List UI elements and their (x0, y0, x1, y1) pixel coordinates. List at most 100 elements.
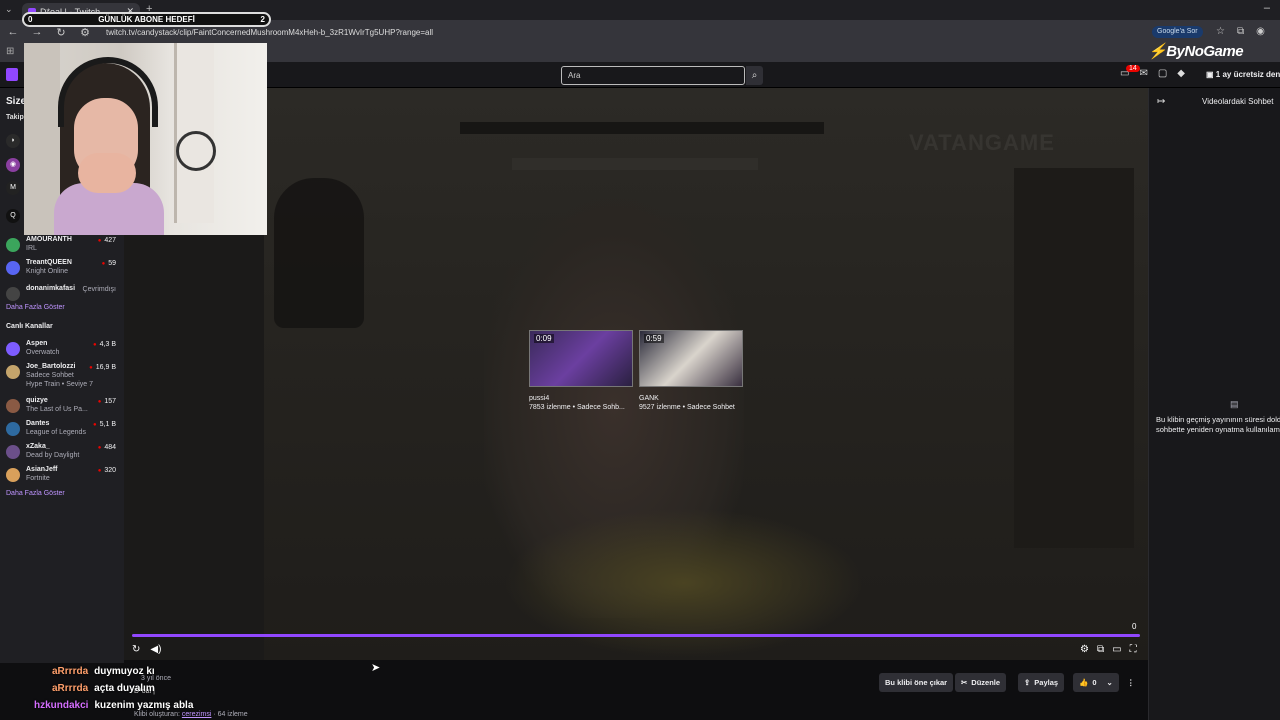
collapsed-channel-avatar[interactable]: ◉ (6, 158, 20, 172)
reload-icon[interactable]: ↻ (54, 26, 68, 39)
clip-views: · 64 izleme (213, 711, 248, 718)
channel-game: Dead by Daylight (26, 452, 80, 459)
share-label: Paylaş (1034, 678, 1059, 687)
avatar (6, 365, 20, 379)
channel-game: Overwatch (26, 349, 60, 356)
clip-thumbnail[interactable]: 0:59 (639, 330, 743, 387)
collapse-chat-icon[interactable]: ↦ (1157, 96, 1165, 107)
channel-game: The Last of Us Pa... (26, 406, 88, 413)
chat-replay-icon: ▤ (1230, 399, 1239, 409)
like-button[interactable]: 👍 0 ⌄ (1073, 673, 1119, 692)
recommended-clip[interactable]: 0:09 pussi4 7853 izlenme • Sadece Sohb..… (529, 330, 633, 411)
viewer-count: 16,9 B (89, 364, 116, 371)
inbox-icon[interactable]: ✉ (1139, 68, 1147, 79)
free-sub-button[interactable]: ▣ 1 ay ücretsiz dene (1206, 70, 1280, 79)
channel-game: Sadece Sohbet (26, 372, 74, 379)
apps-grid-icon[interactable]: ⊞ (6, 46, 14, 57)
settings-icon[interactable]: ⚙ (1080, 644, 1089, 655)
bynogame-logo: ⚡ByNoGame (1148, 42, 1244, 60)
sidebar-item-amouranth[interactable]: AMOURANTH IRL 427 (6, 236, 122, 258)
volume-icon[interactable]: ◀) (150, 644, 161, 655)
viewer-count: 320 (98, 467, 116, 474)
overlay-chat-user: hzkundakci (34, 700, 89, 711)
video-background (274, 178, 364, 328)
overlay-chat-message: kuzenim yazmış abla (94, 700, 194, 711)
sidebar-item-quizye[interactable]: quizye The Last of Us Pa... 157 (6, 397, 122, 419)
collapsed-channel-avatar[interactable]: ◗ (6, 134, 20, 148)
whispers-icon[interactable]: ▢ (1158, 68, 1167, 79)
back-icon[interactable]: ← (6, 26, 20, 38)
channel-name: xZaka_ (26, 443, 50, 450)
sub-goal-bar: 0 GÜNLÜK ABONE HEDEFİ 2 (22, 12, 271, 27)
edit-button[interactable]: ✂ Düzenle (955, 673, 1007, 692)
sidebar-item-treantqueen[interactable]: TreantQUEEN Knight Online 59 (6, 259, 122, 281)
overlay-chat-line: aRrrrda duymuyoz kı (52, 666, 155, 677)
fullscreen-icon[interactable]: ⛶ (1130, 644, 1137, 655)
search-icon: ⌕ (751, 70, 758, 81)
share-button[interactable]: ⇪ Paylaş (1018, 673, 1065, 692)
avatar (6, 287, 20, 301)
channel-name: Joe_Bartolozzi (26, 363, 76, 370)
avatar (6, 238, 20, 252)
clip-thumbnail[interactable]: 0:09 (529, 330, 633, 387)
twitch-logo-icon[interactable] (6, 68, 18, 81)
google-ask-button[interactable]: Google'a Sor (1152, 26, 1203, 38)
minimize-window-icon[interactable]: – (1264, 2, 1270, 14)
webcam-overlay (24, 43, 267, 235)
overlay-chat-line: aRrrrda açta duyalım (52, 683, 155, 694)
channel-name: donanimkafasi (26, 285, 76, 292)
clip-title[interactable]: pussi4 (529, 395, 633, 402)
vatangame-watermark: VATANGAME (909, 130, 1055, 155)
viewer-count: 59 (102, 260, 116, 267)
edit-label: Düzenle (971, 678, 1001, 687)
progress-end-time: 0 (1132, 622, 1137, 631)
collapsed-channel-avatar[interactable]: Q (6, 209, 20, 223)
clip-icon[interactable]: ⧉ (1097, 644, 1104, 655)
sidebar-item-asianjeff[interactable]: AsianJeff Fortnite 320 (6, 466, 122, 488)
sidebar-item-xzaka[interactable]: xZaka_ Dead by Daylight 484 (6, 443, 122, 465)
extensions-icon[interactable]: ⧉ (1237, 26, 1244, 37)
chat-message-line: sohbette yeniden oynatma kullanılamaz. (1156, 425, 1280, 434)
viewer-count: 427 (98, 237, 116, 244)
clip-meta: 9527 izlenme • Sadece Sohbet (639, 404, 735, 411)
profile-icon[interactable]: ◉ (1256, 26, 1265, 37)
viewer-count: 4,3 B (93, 341, 116, 348)
channel-name: quizye (26, 397, 48, 404)
recommended-clip[interactable]: 0:59 GANK 9527 izlenme • Sadece Sohbet (639, 330, 743, 411)
sidebar-item-aspen[interactable]: Aspen Overwatch 4,3 B (6, 340, 122, 362)
chevron-down-icon[interactable]: ⌄ (1107, 678, 1113, 687)
bookmark-star-icon[interactable]: ☆ (1216, 26, 1225, 37)
progress-bar[interactable] (132, 634, 1140, 637)
video-overlay-bar (512, 158, 758, 170)
overlay-chat-user: aRrrrda (52, 683, 89, 694)
feature-clip-button[interactable]: Bu klibi öne çıkar (879, 673, 954, 692)
sidebar-item-dantes[interactable]: Dantes League of Legends 5,1 B (6, 420, 122, 442)
channel-name: Aspen (26, 340, 48, 347)
channel-name: TreantQUEEN (26, 259, 72, 266)
fan-shape (176, 131, 216, 171)
clip-player[interactable]: VATANGAME 0:09 pussi4 7853 izlenme • Sad… (124, 88, 1148, 660)
clip-title[interactable]: GANK (639, 395, 743, 402)
offline-status: Çevrimdışı (82, 286, 116, 293)
forward-icon[interactable]: → (30, 26, 44, 38)
tab-list-chevron-icon[interactable]: ⌄ (5, 4, 13, 15)
clip-meta: 7853 izlenme • Sadece Sohb... (529, 404, 625, 411)
url-field[interactable]: twitch.tv/candystack/clip/FaintConcerned… (106, 28, 433, 37)
search-input[interactable]: Ara (561, 66, 745, 85)
overlay-chat-message: açta duyalım (94, 683, 155, 694)
theatre-mode-icon[interactable]: ▭ (1112, 644, 1121, 655)
show-more-live-link[interactable]: Daha Fazla Göster (6, 490, 65, 497)
show-more-followed-link[interactable]: Daha Fazla Göster (6, 304, 65, 311)
replay-icon[interactable]: ↻ (132, 644, 140, 655)
sidebar-item-joe-bartolozzi[interactable]: Joe_Bartolozzi Sadece Sohbet Hype Train … (6, 363, 122, 393)
webcam-person (78, 153, 136, 193)
free-sub-label: 1 ay ücretsiz dene (1215, 70, 1280, 79)
site-info-icon[interactable]: ⚙ (78, 26, 92, 39)
search-button[interactable]: ⌕ (746, 66, 763, 85)
creator-link[interactable]: cerezimsi (182, 711, 212, 718)
bolt-icon: ⚡ (1148, 43, 1167, 60)
collapsed-channel-avatar[interactable]: M (6, 181, 20, 195)
scissors-icon: ✂ (961, 678, 968, 687)
more-options-icon[interactable]: ⋮ (1121, 673, 1141, 692)
drops-icon[interactable]: ◆ (1177, 68, 1185, 79)
